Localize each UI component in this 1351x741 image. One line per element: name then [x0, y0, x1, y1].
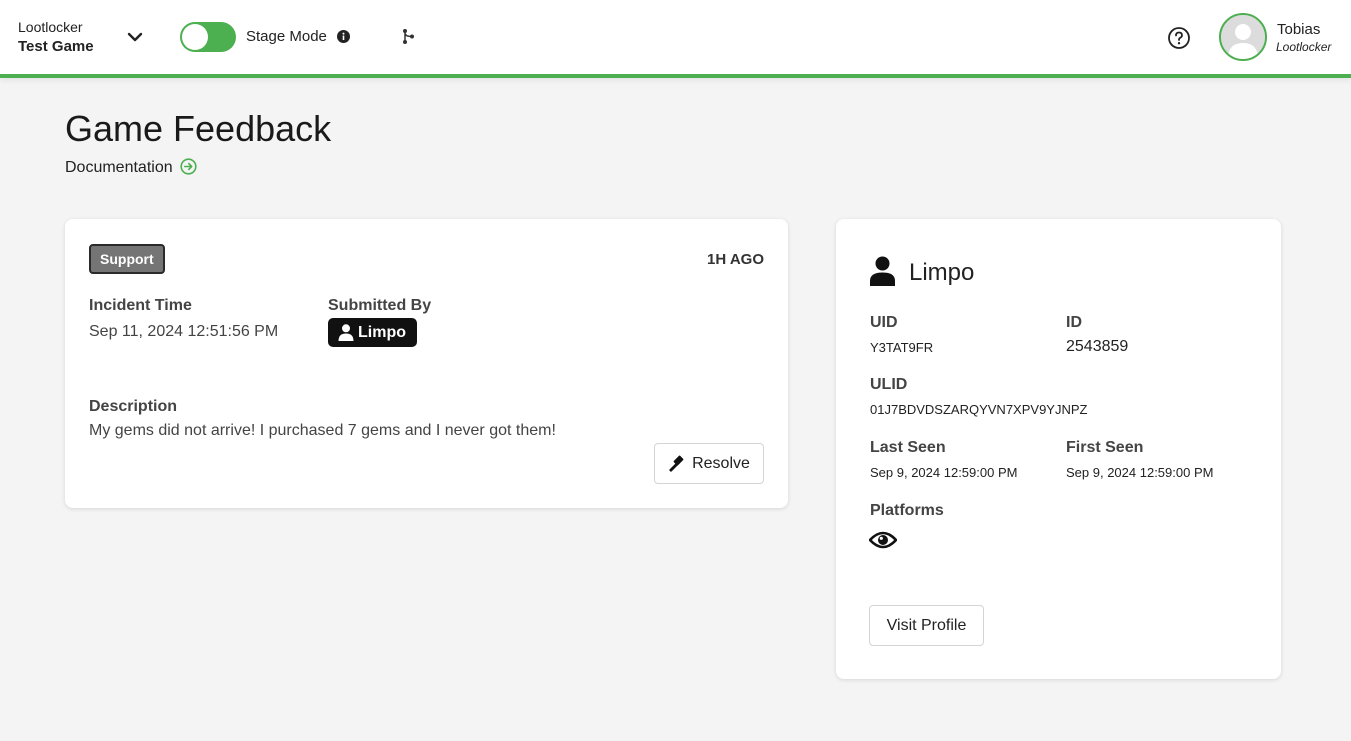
- last-seen-label: Last Seen: [870, 439, 946, 456]
- info-icon[interactable]: [337, 30, 350, 43]
- description-text: My gems did not arrive! I purchased 7 ge…: [89, 422, 556, 439]
- org-name: Lootlocker: [18, 19, 83, 35]
- first-seen-label: First Seen: [1066, 439, 1144, 456]
- arrow-right-circle-icon: [180, 158, 197, 175]
- user-icon: [870, 256, 895, 286]
- resolve-label: Resolve: [692, 454, 750, 472]
- platforms-label: Platforms: [870, 502, 944, 519]
- top-bar: Lootlocker Test Game Stage Mode Tobias L…: [0, 0, 1351, 78]
- last-seen-value: Sep 9, 2024 12:59:00 PM: [870, 465, 1018, 480]
- visit-profile-button[interactable]: Visit Profile: [869, 605, 984, 646]
- feedback-card: Support 1H AGO Incident Time Sep 11, 202…: [65, 219, 788, 508]
- toggle-knob: [182, 24, 208, 50]
- branch-icon[interactable]: [400, 28, 417, 45]
- uid-value: Y3TAT9FR: [870, 340, 934, 355]
- user-org: Lootlocker: [1276, 40, 1332, 54]
- eye-icon: [869, 531, 897, 549]
- avatar[interactable]: [1219, 13, 1267, 61]
- id-label: ID: [1066, 314, 1082, 331]
- chevron-down-icon[interactable]: [124, 26, 146, 48]
- resolve-button[interactable]: Resolve: [654, 443, 764, 484]
- game-selector[interactable]: Lootlocker Test Game: [18, 19, 94, 55]
- player-card: Limpo UID Y3TAT9FR ID 2543859 ULID 01J7B…: [836, 219, 1281, 679]
- category-badge: Support: [89, 244, 165, 274]
- stage-mode-label: Stage Mode: [246, 28, 327, 45]
- stage-mode-toggle[interactable]: [180, 22, 236, 52]
- user-name: Tobias: [1277, 21, 1321, 38]
- description-label: Description: [89, 398, 178, 415]
- player-name: Limpo: [909, 259, 975, 286]
- user-icon: [338, 324, 354, 341]
- documentation-link[interactable]: Documentation: [65, 158, 197, 177]
- help-icon[interactable]: [1167, 26, 1191, 50]
- gavel-icon: [669, 455, 684, 472]
- uid-label: UID: [870, 314, 898, 331]
- time-ago: 1H AGO: [707, 251, 764, 268]
- ulid-label: ULID: [870, 376, 908, 393]
- ulid-value: 01J7BDVDSZARQYVN7XPV9YJNPZ: [870, 402, 1088, 417]
- game-name: Test Game: [18, 38, 94, 55]
- page-title: Game Feedback: [65, 108, 332, 149]
- id-value: 2543859: [1066, 338, 1129, 355]
- first-seen-value: Sep 9, 2024 12:59:00 PM: [1066, 465, 1214, 480]
- documentation-link-label: Documentation: [65, 159, 173, 176]
- user-avatar-icon: [1221, 15, 1265, 59]
- incident-time-label: Incident Time: [89, 297, 192, 314]
- visit-profile-label: Visit Profile: [886, 616, 967, 634]
- submitted-by-name: Limpo: [358, 324, 406, 341]
- incident-time-value: Sep 11, 2024 12:51:56 PM: [89, 323, 279, 340]
- submitted-by-player-button[interactable]: Limpo: [328, 318, 417, 347]
- submitted-by-label: Submitted By: [328, 297, 432, 314]
